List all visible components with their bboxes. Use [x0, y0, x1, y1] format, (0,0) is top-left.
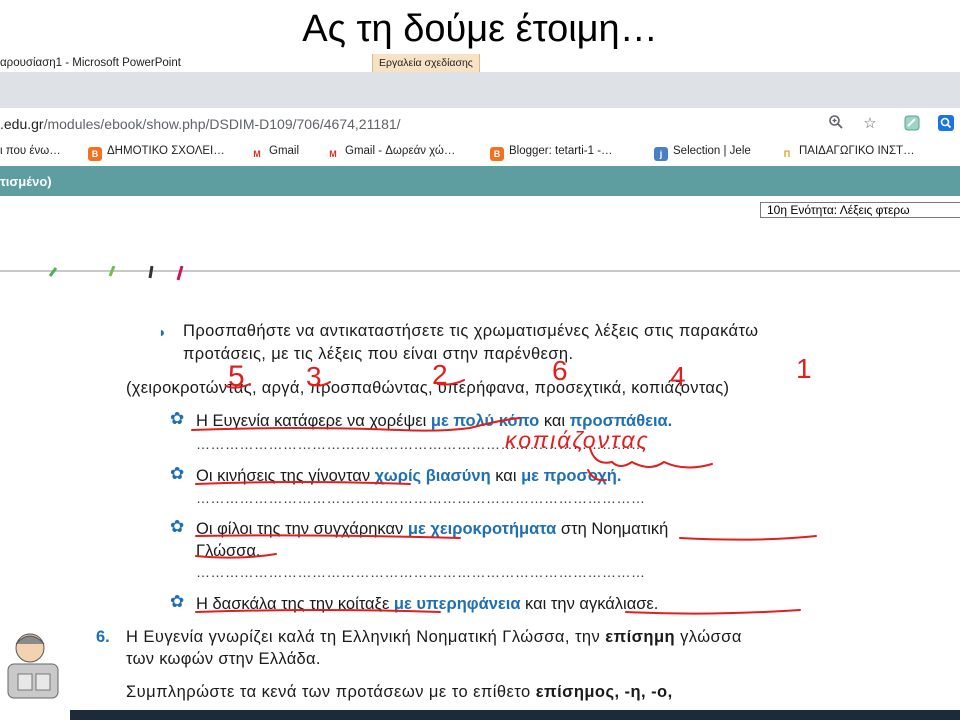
annotation-number: 4	[670, 361, 686, 392]
annotation-underline	[679, 535, 817, 541]
handwritten-annotations: 5 3 2 6 4 1 κοπιάζοντας	[191, 353, 817, 615]
annotation-number: 3	[306, 361, 322, 392]
taskbar	[70, 710, 960, 720]
annotation-underline	[625, 609, 801, 615]
annotation-number: 1	[796, 353, 812, 384]
annotation-underline	[195, 481, 411, 485]
handwritten-word: κοπιάζοντας	[505, 427, 650, 453]
annotation-underline	[195, 534, 461, 539]
annotation-underline	[195, 609, 441, 613]
annotation-stroke	[587, 469, 607, 482]
annotation-underline	[195, 553, 277, 559]
annotation-number: 6	[552, 355, 568, 386]
annotation-underline	[191, 417, 521, 432]
